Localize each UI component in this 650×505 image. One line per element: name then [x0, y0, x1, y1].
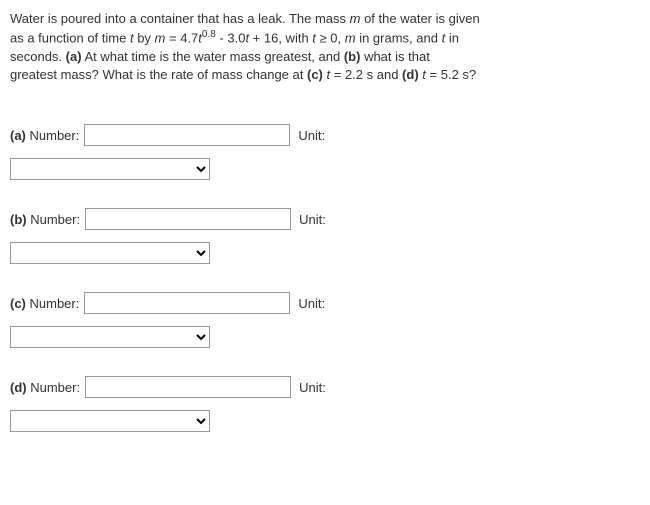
- part-d-unit-label: Unit:: [299, 380, 326, 395]
- part-c-label: (c) Number:: [10, 296, 79, 311]
- part-a-unit-label: Unit:: [298, 128, 325, 143]
- part-b-unit-label: Unit:: [299, 212, 326, 227]
- part-d-label: (d) Number:: [10, 380, 80, 395]
- part-d-row: (d) Number: Unit:: [10, 376, 640, 398]
- part-c-number-input[interactable]: [84, 292, 290, 314]
- part-b-unit-select[interactable]: [10, 242, 210, 264]
- part-d-unit-select[interactable]: [10, 410, 210, 432]
- part-c-row: (c) Number: Unit:: [10, 292, 640, 314]
- part-b-number-input[interactable]: [85, 208, 291, 230]
- problem-statement: Water is poured into a container that ha…: [10, 10, 640, 84]
- part-a-unit-select[interactable]: [10, 158, 210, 180]
- part-a-row: (a) Number: Unit:: [10, 124, 640, 146]
- part-b-row: (b) Number: Unit:: [10, 208, 640, 230]
- part-a-label: (a) Number:: [10, 128, 79, 143]
- part-c-unit-label: Unit:: [298, 296, 325, 311]
- part-a-number-input[interactable]: [84, 124, 290, 146]
- part-d-number-input[interactable]: [85, 376, 291, 398]
- part-c-unit-select[interactable]: [10, 326, 210, 348]
- part-b-label: (b) Number:: [10, 212, 80, 227]
